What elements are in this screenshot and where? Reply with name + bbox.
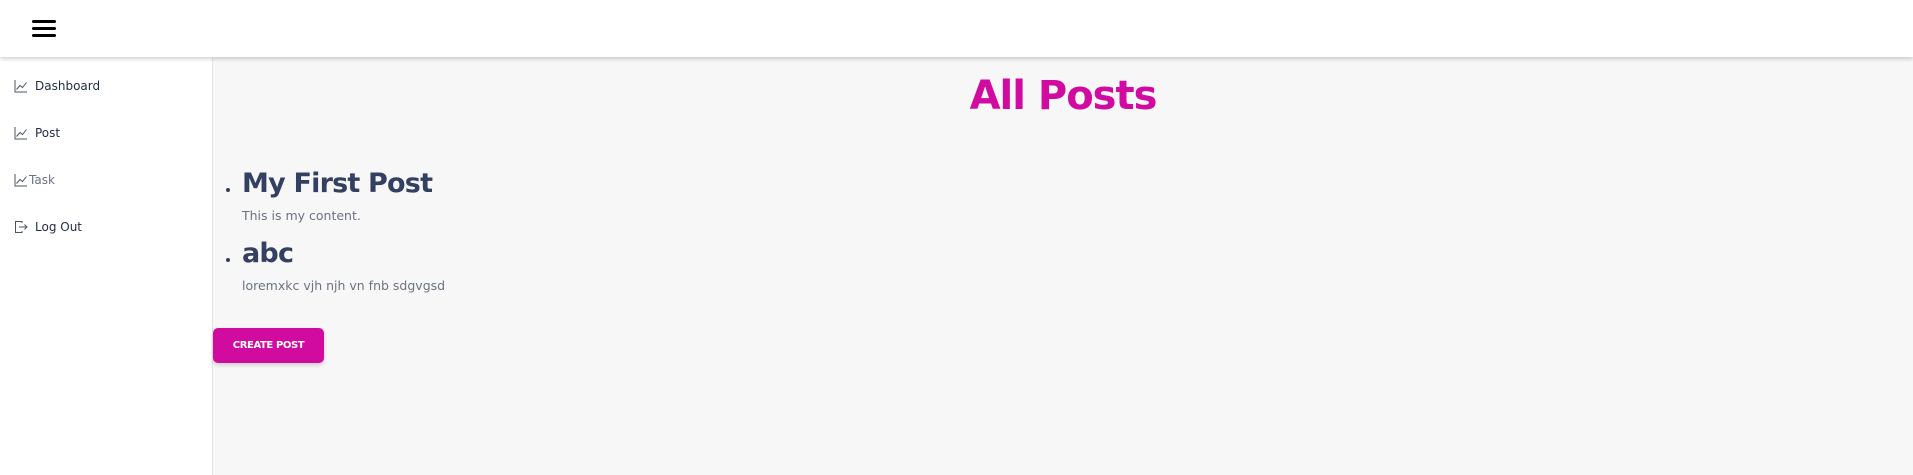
list-item: abc loremxkc vjh njh vn fnb sdgvgsd	[213, 237, 445, 295]
bullet-icon	[226, 258, 230, 262]
sidebar-item-label: Log Out	[35, 220, 83, 234]
post-content: loremxkc vjh njh vn fnb sdgvgsd	[242, 278, 446, 293]
sidebar-item-label: Post	[35, 126, 61, 140]
line-chart-icon	[14, 79, 28, 93]
sidebar-item-label: Task	[29, 173, 55, 187]
top-app-bar	[0, 0, 1913, 57]
sidebar-item-label: Dashboard	[35, 79, 101, 93]
sidebar-item-post[interactable]: Post	[14, 123, 60, 143]
post-title: abc	[242, 238, 294, 269]
list-item: My First Post This is my content.	[213, 167, 445, 225]
sidebar-item-task[interactable]: Task	[14, 170, 55, 190]
sidebar-item-dashboard[interactable]: Dashboard	[14, 76, 100, 96]
line-chart-icon	[14, 126, 28, 140]
post-title: My First Post	[242, 168, 433, 199]
sidebar-item-logout[interactable]: Log Out	[14, 217, 82, 237]
hamburger-menu-icon[interactable]	[32, 20, 56, 38]
create-post-button[interactable]: CREATE POST	[213, 328, 324, 363]
sidebar: Dashboard Post Task Log Out	[0, 57, 213, 475]
page-title: All Posts	[969, 73, 1158, 119]
post-content: This is my content.	[242, 208, 361, 223]
main-content: All Posts My First Post This is my conte…	[213, 57, 1913, 475]
line-chart-icon	[14, 173, 28, 187]
bullet-icon	[226, 188, 230, 192]
post-list: My First Post This is my content. abc lo…	[213, 167, 445, 295]
logout-icon	[14, 220, 28, 234]
